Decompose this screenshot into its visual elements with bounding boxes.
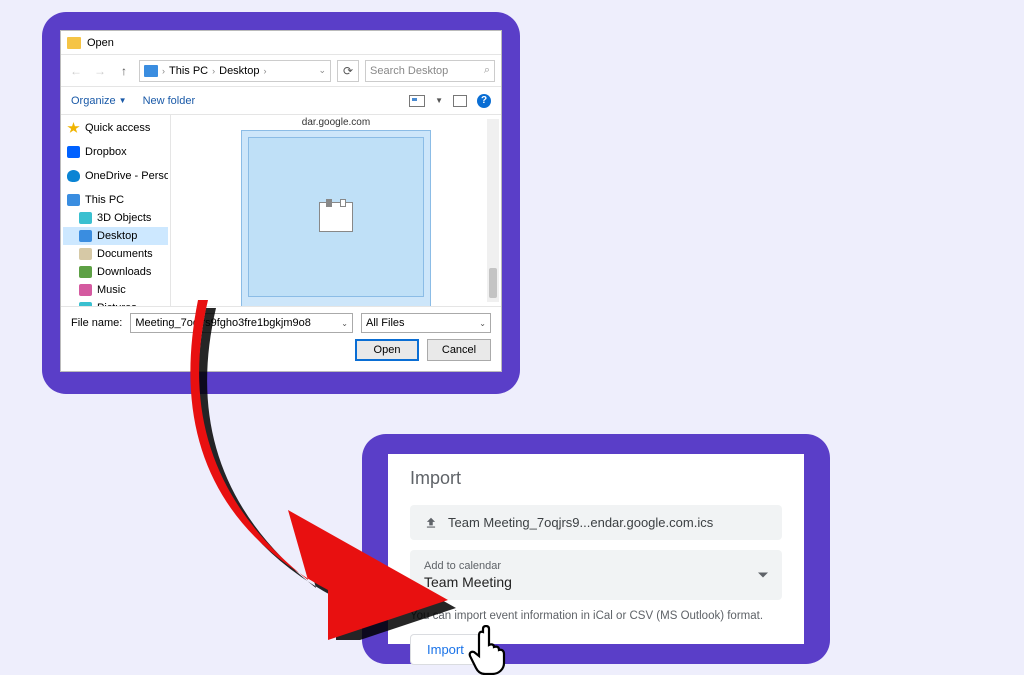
dropbox-icon	[67, 146, 80, 158]
sidebar-item-label: Dropbox	[85, 146, 127, 158]
organize-label: Organize	[71, 95, 116, 107]
gcal-note: You can import event information in iCal…	[410, 610, 782, 622]
import-button[interactable]: Import	[410, 634, 481, 665]
sidebar-item-thispc[interactable]: This PC	[63, 191, 168, 209]
desktop-icon	[79, 230, 92, 242]
toolbar: Organize ▼ New folder ▼ ?	[61, 87, 501, 115]
chevron-down-icon[interactable]: ⌄	[479, 319, 486, 328]
gcal-import-panel: Import Team Meeting_7oqjrs9...endar.goog…	[362, 434, 830, 664]
open-button[interactable]: Open	[355, 339, 419, 361]
file-thumbnail	[248, 137, 424, 297]
gcal-addcal-label: Add to calendar	[424, 560, 768, 572]
filename-value: Meeting_7oqjrs9fgho3fre1bgkjm9o8	[135, 317, 311, 329]
gcal-import-card: Import Team Meeting_7oqjrs9...endar.goog…	[388, 454, 804, 644]
sidebar-item-label: Documents	[97, 248, 153, 260]
sidebar-item-onedrive[interactable]: OneDrive - Person	[63, 167, 168, 185]
refresh-button[interactable]: ⟳	[337, 60, 359, 82]
music-icon	[79, 284, 92, 296]
onedrive-icon	[67, 170, 80, 182]
pc-icon	[144, 65, 158, 77]
scrollbar[interactable]	[487, 119, 499, 302]
new-folder-button[interactable]: New folder	[143, 95, 196, 107]
sidebar-item-label: Downloads	[97, 266, 151, 278]
gcal-file-field[interactable]: Team Meeting_7oqjrs9...endar.google.com.…	[410, 505, 782, 540]
calendar-icon	[319, 202, 353, 232]
sidebar-item-downloads[interactable]: Downloads	[63, 263, 168, 281]
chevron-down-icon: ▼	[119, 96, 127, 105]
filename-label: File name:	[71, 317, 122, 329]
dialog-titlebar: Open	[61, 31, 501, 55]
forward-icon[interactable]: →	[91, 62, 109, 80]
sidebar-item-label: Desktop	[97, 230, 137, 242]
sidebar: Quick access Dropbox OneDrive - Person T…	[61, 115, 171, 306]
filetype-select[interactable]: All Files ⌄	[361, 313, 491, 333]
filetype-value: All Files	[366, 317, 405, 329]
search-placeholder: Search Desktop	[370, 65, 448, 77]
sidebar-item-quickaccess[interactable]: Quick access	[63, 119, 168, 137]
cancel-button[interactable]: Cancel	[427, 339, 491, 361]
search-icon: ⌕	[484, 64, 490, 77]
chevron-down-icon[interactable]: ⌄	[341, 319, 348, 328]
chevron-down-icon[interactable]: ▼	[435, 96, 443, 105]
breadcrumb-part[interactable]: This PC	[169, 65, 208, 77]
3d-icon	[79, 212, 92, 224]
sidebar-item-music[interactable]: Music	[63, 281, 168, 299]
breadcrumb-part[interactable]: Desktop	[219, 65, 259, 77]
star-icon	[67, 122, 80, 134]
sidebar-item-label: 3D Objects	[97, 212, 151, 224]
sidebar-item-3dobjects[interactable]: 3D Objects	[63, 209, 168, 227]
chevron-down-icon	[758, 573, 768, 578]
dialog-title: Open	[87, 37, 114, 49]
column-header: dar.google.com	[302, 115, 370, 130]
help-icon[interactable]: ?	[477, 94, 491, 108]
sidebar-item-label: This PC	[85, 194, 124, 206]
dialog-footer: File name: Meeting_7oqjrs9fgho3fre1bgkjm…	[61, 306, 501, 371]
gcal-file-name: Team Meeting_7oqjrs9...endar.google.com.…	[448, 515, 713, 530]
chevron-icon: ›	[212, 66, 215, 76]
sidebar-item-pictures[interactable]: Pictures	[63, 299, 168, 306]
folder-icon	[67, 37, 81, 49]
chevron-down-icon[interactable]: ⌄	[318, 65, 326, 76]
sidebar-item-desktop[interactable]: Desktop	[63, 227, 168, 245]
back-icon[interactable]: ←	[67, 62, 85, 80]
sidebar-item-label: Quick access	[85, 122, 150, 134]
sidebar-item-label: OneDrive - Person	[85, 170, 168, 182]
pc-icon	[67, 194, 80, 206]
organize-button[interactable]: Organize ▼	[71, 95, 127, 107]
chevron-icon: ›	[263, 66, 266, 76]
documents-icon	[79, 248, 92, 260]
up-icon[interactable]: ↑	[115, 62, 133, 80]
filename-input[interactable]: Meeting_7oqjrs9fgho3fre1bgkjm9o8 ⌄	[130, 313, 353, 333]
view-mode-icon[interactable]	[409, 95, 425, 107]
gcal-calendar-name: Team Meeting	[424, 574, 768, 590]
file-list[interactable]: dar.google.com Team Meeting_7oqjrs9fgho3…	[171, 115, 501, 306]
search-input[interactable]: Search Desktop ⌕	[365, 60, 495, 82]
chevron-icon: ›	[162, 66, 165, 76]
file-open-panel: Open ← → ↑ › This PC › Desktop › ⌄ ⟳ Sea…	[42, 12, 520, 394]
preview-pane-icon[interactable]	[453, 95, 467, 107]
file-open-dialog: Open ← → ↑ › This PC › Desktop › ⌄ ⟳ Sea…	[60, 30, 502, 372]
downloads-icon	[79, 266, 92, 278]
gcal-calendar-select[interactable]: Add to calendar Team Meeting	[410, 550, 782, 600]
sidebar-item-documents[interactable]: Documents	[63, 245, 168, 263]
nav-bar: ← → ↑ › This PC › Desktop › ⌄ ⟳ Search D…	[61, 55, 501, 87]
gcal-heading: Import	[410, 468, 782, 489]
upload-icon	[424, 516, 438, 530]
file-item-selected[interactable]	[241, 130, 431, 306]
dialog-body: Quick access Dropbox OneDrive - Person T…	[61, 115, 501, 306]
sidebar-item-dropbox[interactable]: Dropbox	[63, 143, 168, 161]
sidebar-item-label: Music	[97, 284, 126, 296]
breadcrumb[interactable]: › This PC › Desktop › ⌄	[139, 60, 331, 82]
